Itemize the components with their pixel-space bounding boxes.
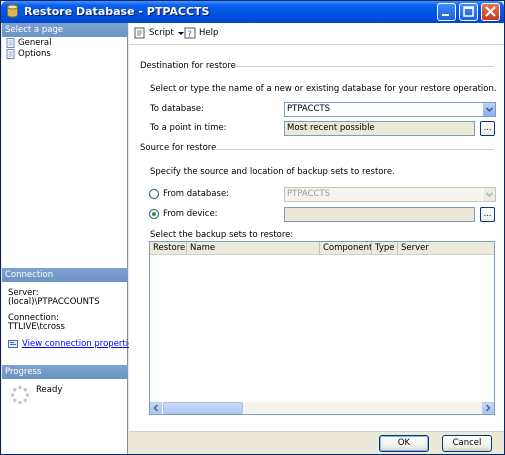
page-icon bbox=[6, 37, 15, 48]
from-database-radio[interactable] bbox=[149, 189, 159, 199]
from-device-radio[interactable] bbox=[149, 209, 159, 219]
progress-status: Ready bbox=[36, 385, 63, 395]
column-header-component[interactable]: Component bbox=[320, 242, 372, 255]
point-in-time-label: To a point in time: bbox=[150, 123, 227, 133]
source-group-label: Source for restore bbox=[140, 143, 217, 153]
toolbar: Script ? Help bbox=[129, 23, 504, 45]
svg-text:?: ? bbox=[188, 30, 192, 39]
point-in-time-value: Most recent possible bbox=[287, 123, 375, 133]
scroll-thumb[interactable] bbox=[163, 402, 243, 414]
cancel-button[interactable]: Cancel bbox=[442, 435, 492, 452]
column-header-restore[interactable]: Restore bbox=[150, 242, 187, 255]
backup-sets-label: Select the backup sets to restore: bbox=[150, 230, 294, 240]
destination-divider bbox=[232, 66, 494, 67]
server-value: (local)\PTPACCOUNTS bbox=[8, 297, 100, 307]
chevron-right-icon bbox=[485, 404, 491, 412]
ok-button[interactable]: OK bbox=[379, 435, 429, 452]
connection-header: Connection bbox=[2, 268, 128, 282]
to-database-label: To database: bbox=[150, 104, 204, 114]
scroll-left-button[interactable] bbox=[150, 402, 162, 414]
script-button[interactable]: Script bbox=[134, 27, 188, 39]
page-item-general[interactable]: General bbox=[6, 37, 52, 48]
script-label: Script bbox=[149, 28, 174, 38]
from-device-field[interactable] bbox=[284, 207, 475, 222]
dropdown-arrow-icon[interactable] bbox=[482, 103, 495, 116]
view-connection-link[interactable]: View connection properties bbox=[22, 339, 138, 349]
page-item-label: Options bbox=[18, 48, 51, 59]
maximize-icon bbox=[463, 6, 474, 17]
help-label: Help bbox=[199, 28, 219, 38]
title-bar[interactable]: Restore Database - PTPACCTS bbox=[1, 1, 504, 23]
column-header-type[interactable]: Type bbox=[372, 242, 398, 255]
window-title: Restore Database - PTPACCTS bbox=[24, 5, 210, 18]
progress-header: Progress bbox=[2, 365, 128, 379]
column-header-name[interactable]: Name bbox=[187, 242, 320, 255]
scroll-right-button[interactable] bbox=[482, 402, 494, 414]
source-divider bbox=[214, 149, 494, 150]
page-icon bbox=[6, 48, 15, 59]
restore-database-window: Restore Database - PTPACCTS Select a pag… bbox=[0, 0, 505, 455]
dropdown-arrow-icon[interactable] bbox=[482, 188, 495, 201]
minimize-button[interactable] bbox=[437, 3, 456, 21]
view-connection-properties[interactable]: View connection properties bbox=[8, 339, 138, 349]
script-icon bbox=[134, 27, 145, 39]
close-icon bbox=[485, 6, 496, 17]
destination-group-label: Destination for restore bbox=[140, 61, 236, 71]
select-page-header: Select a page bbox=[2, 23, 128, 37]
left-pane: Select a page General Options Connection… bbox=[2, 23, 138, 454]
database-icon bbox=[7, 4, 18, 18]
properties-icon bbox=[8, 340, 18, 348]
from-device-browse-button[interactable]: ... bbox=[480, 207, 495, 222]
grid-header: Restore Name Component Type Server bbox=[150, 242, 494, 255]
general-page: Script ? Help Destination for restore Se… bbox=[129, 23, 504, 431]
from-device-label[interactable]: From device: bbox=[163, 209, 218, 219]
from-database-value: PTPACCTS bbox=[287, 189, 331, 199]
to-database-combo[interactable]: PTPACCTS bbox=[284, 102, 496, 117]
minimize-icon bbox=[442, 14, 449, 16]
page-item-label: General bbox=[18, 37, 52, 48]
from-database-label[interactable]: From database: bbox=[163, 189, 229, 199]
point-in-time-field[interactable]: Most recent possible bbox=[284, 121, 475, 136]
horizontal-scrollbar[interactable] bbox=[150, 402, 494, 414]
backup-sets-grid[interactable]: Restore Name Component Type Server bbox=[149, 241, 495, 415]
help-icon: ? bbox=[184, 27, 196, 39]
source-instruction: Specify the source and location of backu… bbox=[150, 167, 395, 177]
close-button[interactable] bbox=[481, 3, 500, 21]
destination-instruction: Select or type the name of a new or exis… bbox=[150, 84, 497, 94]
page-item-options[interactable]: Options bbox=[6, 48, 51, 59]
column-header-server[interactable]: Server bbox=[398, 242, 494, 255]
help-button[interactable]: ? Help bbox=[184, 27, 218, 39]
connection-value: TTLIVE\tcross bbox=[8, 322, 65, 332]
dialog-footer: OK Cancel bbox=[129, 431, 504, 454]
maximize-button[interactable] bbox=[459, 3, 478, 21]
chevron-left-icon bbox=[153, 404, 159, 412]
from-database-combo[interactable]: PTPACCTS bbox=[284, 187, 496, 202]
progress-spinner-icon bbox=[10, 385, 30, 405]
to-database-value: PTPACCTS bbox=[287, 104, 331, 114]
point-in-time-browse-button[interactable]: ... bbox=[480, 121, 495, 136]
